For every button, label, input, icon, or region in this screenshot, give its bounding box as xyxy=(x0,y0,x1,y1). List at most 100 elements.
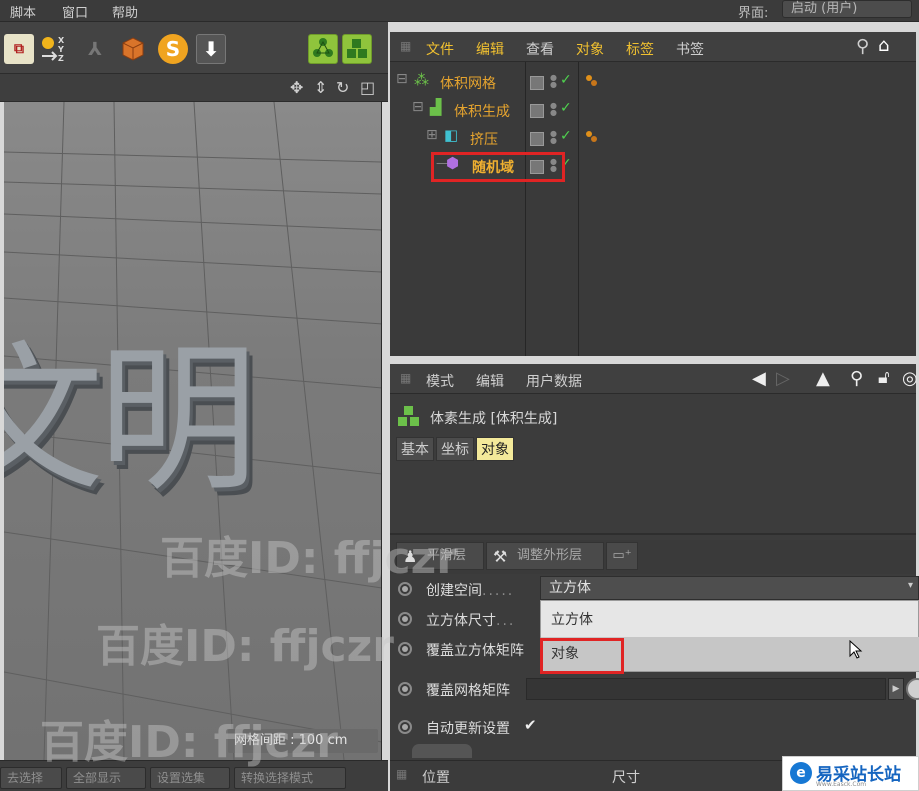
layer-box[interactable] xyxy=(530,132,544,146)
coord-position-label: 位置 xyxy=(422,770,450,786)
am-menu-edit[interactable]: 编辑 xyxy=(476,371,504,391)
brand-url: Www.Easck.Com xyxy=(816,781,867,788)
volume-mesher-icon[interactable] xyxy=(308,34,338,64)
show-all-button[interactable]: 全部显示 xyxy=(66,767,146,789)
layer-box[interactable] xyxy=(530,104,544,118)
object-name[interactable]: 体积生成 xyxy=(454,101,510,121)
prop-dots: ..... xyxy=(482,583,515,599)
section-divider xyxy=(390,533,916,535)
enabled-check-icon[interactable]: ✓ xyxy=(560,72,572,88)
visibility-dots[interactable]: ● ● xyxy=(550,102,557,117)
reshape-layer-label: 调整外形层 xyxy=(517,548,583,563)
create-space-select[interactable]: 立方体 xyxy=(540,576,919,600)
object-row-volume-mesher[interactable]: ⊟ ⁂ 体积网格 ● ● ✓ xyxy=(390,68,916,96)
search-icon[interactable]: ⚲ xyxy=(856,36,869,57)
coordinate-system-icon[interactable]: X Y Z xyxy=(38,34,68,64)
object-manager-header: ▦ 文件 编辑 查看 对象 标签 书签 ⚲ ⌂ xyxy=(390,32,916,62)
forward-arrow-icon[interactable]: ▷ xyxy=(776,368,790,389)
extruded-text: 文明 xyxy=(4,326,258,513)
tab-basic[interactable]: 基本 xyxy=(396,437,434,461)
tab-object[interactable]: 对象 xyxy=(476,437,514,461)
update-button[interactable] xyxy=(412,744,472,758)
search-icon[interactable]: ⚲ xyxy=(850,368,863,389)
om-menu-object[interactable]: 对象 xyxy=(576,39,604,59)
layout-label: 界面: xyxy=(738,6,769,21)
convert-selection-button[interactable]: 转换选择模式 xyxy=(234,767,346,789)
play-arrow-icon[interactable]: ▶ xyxy=(888,678,904,700)
volume-builder-icon: ▟ xyxy=(430,98,442,116)
layer-buttons-bar: ♟ 平滑层 ⚒ 调整外形层 ▭⁺ xyxy=(390,540,916,574)
tree-expand-icon[interactable]: ⊟ xyxy=(412,99,424,115)
volume-builder-icon[interactable] xyxy=(342,34,372,64)
zoom-view-icon[interactable]: ⇕ xyxy=(314,78,327,97)
tag-icon[interactable] xyxy=(584,74,598,88)
animation-radio[interactable] xyxy=(398,642,412,656)
grip-icon[interactable]: ▦ xyxy=(396,767,407,781)
chevron-down-icon[interactable]: ▾ xyxy=(908,580,913,591)
set-selection-button[interactable]: 设置选集 xyxy=(150,767,230,789)
xref-icon[interactable]: ⧉ xyxy=(4,34,34,64)
watermark-text: 百度ID: ffjczr xyxy=(160,533,458,584)
back-arrow-icon[interactable]: ◀ xyxy=(752,368,766,389)
object-axis-icon[interactable] xyxy=(118,34,148,64)
layout-select[interactable]: 启动 (用户) xyxy=(782,0,912,18)
move-view-icon[interactable]: ✥ xyxy=(290,78,303,97)
watermark-text: 百度ID: ffjczr xyxy=(40,717,338,768)
snap-s-icon[interactable]: S xyxy=(158,34,188,64)
tree-expand-icon[interactable]: ⊞ xyxy=(426,127,438,143)
am-menu-user-data[interactable]: 用户数据 xyxy=(526,371,582,391)
enabled-check-icon[interactable]: ✓ xyxy=(560,100,572,116)
lock-icon[interactable]: 🔓︎ xyxy=(878,367,890,388)
reshape-layer-button[interactable]: ⚒ 调整外形层 xyxy=(486,542,604,570)
tab-coord[interactable]: 坐标 xyxy=(436,437,474,461)
layer-box[interactable] xyxy=(530,76,544,90)
enabled-check-icon[interactable]: ✓ xyxy=(560,128,572,144)
visibility-dots[interactable]: ● ● xyxy=(550,130,557,145)
am-menu-mode[interactable]: 模式 xyxy=(426,371,454,391)
menu-item-script[interactable]: 脚本 xyxy=(10,2,36,21)
visibility-dots[interactable]: ● ● xyxy=(550,74,557,89)
grid-matrix-link-field[interactable] xyxy=(526,678,886,700)
om-menu-view[interactable]: 查看 xyxy=(526,39,554,59)
object-name[interactable]: 挤压 xyxy=(470,129,498,149)
xyz-label: X Y Z xyxy=(58,36,65,63)
animation-radio[interactable] xyxy=(398,720,412,734)
grip-icon[interactable]: ▦ xyxy=(400,39,411,53)
watermark-text: 百度ID: ffjczr xyxy=(96,621,394,672)
tag-icon[interactable] xyxy=(584,130,598,144)
om-menu-tag[interactable]: 标签 xyxy=(626,39,654,59)
prop-label: 覆盖网格矩阵 xyxy=(426,683,510,699)
om-menu-edit[interactable]: 编辑 xyxy=(476,39,504,59)
om-menu-file[interactable]: 文件 xyxy=(426,39,454,59)
animation-radio[interactable] xyxy=(398,682,412,696)
prop-label: 自动更新设置 xyxy=(426,721,510,737)
dropdown-option-cube[interactable]: 立方体 xyxy=(541,603,919,637)
up-arrow-icon[interactable]: ▲ xyxy=(816,368,830,389)
auto-update-checkbox[interactable]: ✔ xyxy=(524,716,537,734)
joint-icon[interactable]: ⅄ xyxy=(80,34,110,64)
grip-icon[interactable]: ▦ xyxy=(400,371,411,385)
object-row-volume-builder[interactable]: ⊟ ▟ 体积生成 ● ● ✓ xyxy=(390,96,916,124)
home-icon[interactable]: ⌂ xyxy=(878,35,889,56)
coord-size-label: 尺寸 xyxy=(612,770,640,786)
volume-mesher-icon: ⁂ xyxy=(414,71,429,89)
object-name[interactable]: 体积网格 xyxy=(440,73,496,93)
tree-expand-icon[interactable]: ⊟ xyxy=(396,71,408,87)
deselect-button[interactable]: 去选择 xyxy=(0,767,62,789)
prop-label: 覆盖立方体矩阵 xyxy=(426,643,524,659)
rotate-view-icon[interactable]: ↻ xyxy=(336,78,349,97)
prop-label: 立方体尺寸 xyxy=(426,613,496,629)
om-menu-bookmark[interactable]: 书签 xyxy=(676,39,704,59)
add-folder-icon[interactable]: ▭⁺ xyxy=(606,542,638,570)
highlight-box xyxy=(540,638,624,674)
animation-radio[interactable] xyxy=(398,612,412,626)
menu-item-window[interactable]: 窗口 xyxy=(62,2,88,21)
viewport-header: ✥ ⇕ ↻ ◰ xyxy=(0,74,388,102)
maximize-view-icon[interactable]: ◰ xyxy=(360,78,375,97)
new-window-icon[interactable]: ◎ xyxy=(902,368,918,389)
attribute-title: 体素生成 [体积生成] xyxy=(430,411,558,427)
menu-item-help[interactable]: 帮助 xyxy=(112,2,138,21)
main-toolbar: ⧉ X Y Z ⅄ S ⬇ xyxy=(0,22,388,74)
object-row-extrude[interactable]: ⊞ ◧ 挤压 ● ● ✓ xyxy=(390,124,916,152)
download-icon[interactable]: ⬇ xyxy=(196,34,226,64)
